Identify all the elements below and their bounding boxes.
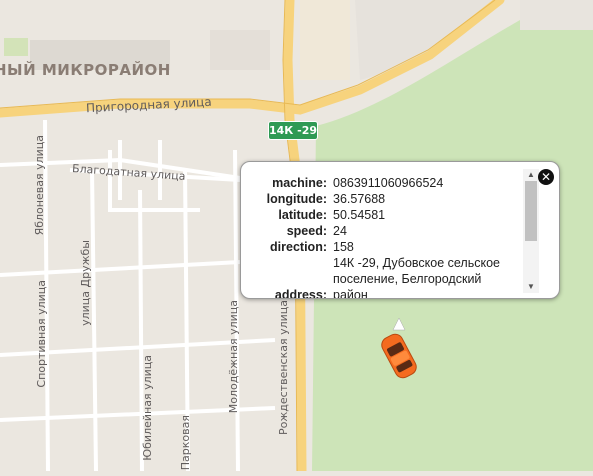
row-key: address: [274,288,327,299]
popup-row-direction: direction: 158 [247,239,517,255]
popup-row-longitude: longitude: 36.57688 [247,191,517,207]
row-value: 50.54581 [333,208,386,222]
row-value: 086391106096652​4 [333,176,444,190]
popup-row-latitude: latitude: 50.54581 [247,207,517,223]
scroll-thumb[interactable] [525,181,537,241]
vehicle-marker[interactable] [373,317,425,384]
street-label-rozhdestvenskaya: Рождественская улица [277,300,290,436]
district-label: НЫЙ МИКРОРАЙОН [0,61,171,79]
street-label-druzhby: улица Дружбы [79,240,92,326]
route-badge: 14К -29 [268,121,318,140]
row-value: 158 [333,240,354,254]
row-key: longitude: [266,192,327,206]
street-label-molodezhnaya: Молодёжная улица [227,300,240,414]
row-value: 36.57688 [333,192,386,206]
row-key: machine: [272,176,327,190]
row-key: direction: [270,240,327,254]
row-value: 24 [333,224,347,238]
street-label-yablonevaya: Яблоневая улица [33,135,46,236]
scroll-down-icon[interactable]: ▼ [523,281,539,293]
popup-scrollbar[interactable]: ▲ ▼ [523,169,539,293]
popup-content[interactable]: machine: 086391106096652​4 longitude: 36… [247,175,517,299]
street-label-sportivnaya: Спортивная улица [35,280,48,388]
info-popup: machine: 086391106096652​4 longitude: 36… [240,161,560,299]
street-label-yubileynaya: Юбилейная улица [141,355,154,461]
car-icon [381,317,417,379]
close-icon[interactable]: ✕ [538,169,554,185]
popup-row-machine: machine: 086391106096652​4 [247,175,517,191]
scroll-up-icon[interactable]: ▲ [523,169,539,181]
popup-row-address: address: 14К -29, Дубовское сельское пос… [247,255,517,299]
row-key: speed: [286,224,327,238]
row-value: 14К -29, Дубовское сельское поселение, Б… [333,256,501,299]
row-key: latitude: [278,208,327,222]
popup-row-speed: speed: 24 [247,223,517,239]
street-label-parkovaya: Парковая [179,415,192,471]
